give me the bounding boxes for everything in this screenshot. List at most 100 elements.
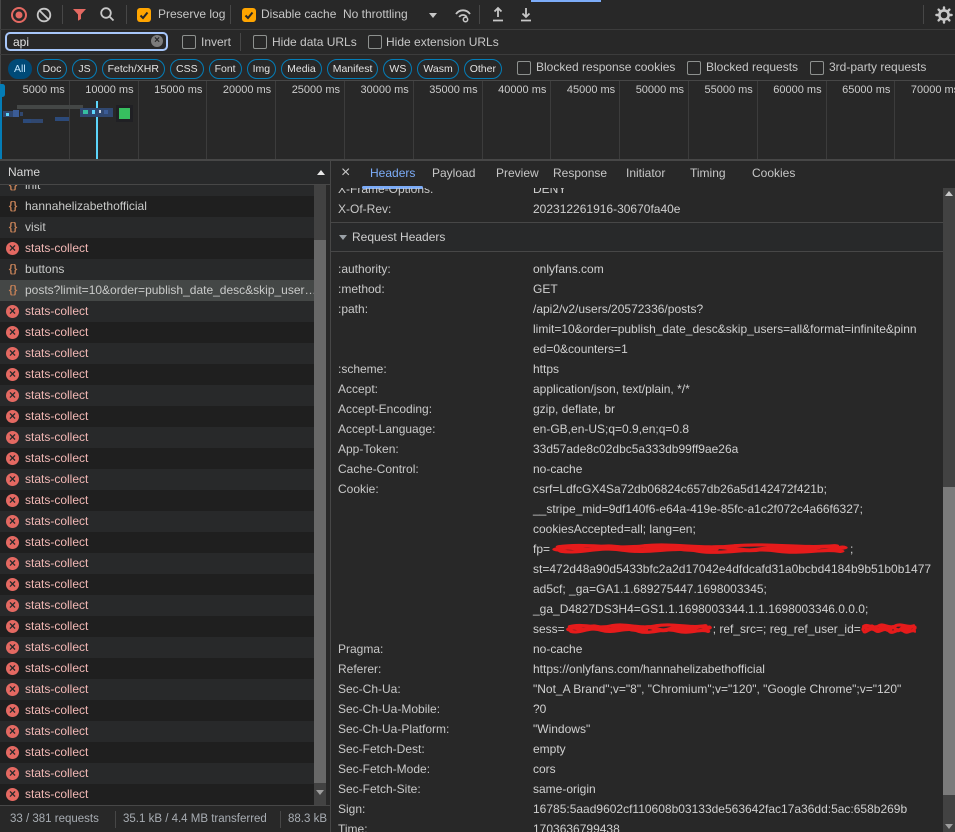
disable-cache-checkbox[interactable] (242, 8, 256, 22)
type-filter-all[interactable]: All (8, 59, 32, 79)
header-row: Sec-Ch-Ua-Platform:"Windows" (331, 719, 943, 739)
details-scrollbar[interactable] (943, 188, 955, 832)
header-value: csrf=LdfcGX4Sa72db06824c657db26a5d142472… (533, 479, 913, 639)
tab-timing[interactable]: Timing (690, 161, 726, 186)
tab-preview[interactable]: Preview (496, 161, 539, 186)
tab-headers[interactable]: Headers (370, 161, 415, 186)
type-filter-doc[interactable]: Doc (37, 59, 68, 79)
type-filter-font[interactable]: Font (209, 59, 242, 79)
import-har-icon[interactable] (490, 6, 506, 23)
request-row[interactable]: ×stats-collect (0, 700, 314, 721)
request-row[interactable]: ×stats-collect (0, 364, 314, 385)
header-value: https://onlyfans.com/hannahelizabethoffi… (533, 659, 913, 679)
type-filter-fetchxhr[interactable]: Fetch/XHR (102, 59, 165, 79)
tab-payload[interactable]: Payload (432, 161, 475, 186)
hide-data-urls-checkbox[interactable] (253, 35, 267, 49)
type-filter-js[interactable]: JS (72, 59, 96, 79)
request-row[interactable]: ×stats-collect (0, 490, 314, 511)
tab-response[interactable]: Response (553, 161, 607, 186)
timeline-overview[interactable]: 5000 ms10000 ms15000 ms20000 ms25000 ms3… (0, 81, 955, 161)
filter-input[interactable] (5, 32, 168, 51)
request-row[interactable]: {}hannahelizabethofficial (0, 196, 314, 217)
clear-filter-icon[interactable]: × (151, 35, 163, 47)
header-row: Cookie:csrf=LdfcGX4Sa72db06824c657db26a5… (331, 479, 943, 639)
preserve-log-checkbox[interactable] (137, 8, 151, 22)
request-row[interactable]: ×stats-collect (0, 343, 314, 364)
request-row[interactable]: ×stats-collect (0, 301, 314, 322)
third-party-requests-checkbox[interactable] (810, 61, 824, 75)
header-value-line: sess=; ref_src=; reg_ref_user_id= (533, 619, 913, 639)
error-icon: × (6, 704, 19, 717)
clear-icon[interactable] (36, 7, 52, 23)
header-value: en-GB,en-US;q=0.9,en;q=0.8 (533, 419, 913, 439)
request-row[interactable]: ×stats-collect (0, 616, 314, 637)
request-row[interactable]: {}visit (0, 217, 314, 238)
header-row: Sec-Fetch-Site:same-origin (331, 779, 943, 799)
waterfall-mark (104, 110, 108, 114)
header-value: same-origin (533, 779, 913, 799)
invert-checkbox[interactable] (182, 35, 196, 49)
request-name: stats-collect (25, 472, 88, 486)
settings-gear-icon[interactable] (935, 6, 953, 24)
request-row[interactable]: {}buttons (0, 259, 314, 280)
scroll-down-icon[interactable] (316, 790, 324, 795)
request-row[interactable]: ×stats-collect (0, 742, 314, 763)
search-icon[interactable] (99, 6, 116, 23)
waterfall-mark (119, 108, 130, 119)
scroll-up-icon[interactable] (945, 191, 953, 196)
request-row[interactable]: {}init (0, 185, 314, 196)
type-filter-ws[interactable]: WS (383, 59, 412, 79)
type-filter-css[interactable]: CSS (170, 59, 204, 79)
request-row[interactable]: ×stats-collect (0, 679, 314, 700)
request-headers-section[interactable]: Request Headers (331, 223, 943, 252)
details-scrollbar-thumb[interactable] (943, 487, 955, 795)
close-details-icon[interactable]: × (341, 161, 350, 185)
request-row[interactable]: ×stats-collect (0, 238, 314, 259)
network-conditions-icon[interactable] (453, 5, 473, 25)
name-column-header[interactable]: Name (0, 161, 330, 185)
header-row: :scheme:https (331, 359, 943, 379)
timeline-label: 25000 ms (292, 84, 340, 96)
request-list-scrollbar[interactable] (314, 185, 326, 805)
request-row[interactable]: ×stats-collect (0, 511, 314, 532)
throttling-select[interactable]: No throttling (343, 0, 408, 29)
type-filter-manifest[interactable]: Manifest (327, 59, 379, 79)
request-row[interactable]: ×stats-collect (0, 448, 314, 469)
hide-extension-urls-checkbox[interactable] (368, 35, 382, 49)
error-icon: × (6, 494, 19, 507)
header-row: :authority:onlyfans.com (331, 259, 943, 279)
scroll-down-icon[interactable] (945, 824, 953, 829)
waterfall-mark (23, 119, 31, 123)
type-filter-media[interactable]: Media (281, 59, 322, 79)
request-row[interactable]: ×stats-collect (0, 427, 314, 448)
request-row[interactable]: ×stats-collect (0, 763, 314, 784)
request-row[interactable]: ×stats-collect (0, 553, 314, 574)
header-row: Sec-Fetch-Mode:cors (331, 759, 943, 779)
request-row[interactable]: {}posts?limit=10&order=publish_date_desc… (0, 280, 314, 301)
type-filter-wasm[interactable]: Wasm (417, 59, 458, 79)
request-row[interactable]: ×stats-collect (0, 322, 314, 343)
request-row[interactable]: ×stats-collect (0, 574, 314, 595)
type-filter-other[interactable]: Other (464, 59, 502, 79)
blocked-requests-checkbox[interactable] (687, 61, 701, 75)
request-row[interactable]: ×stats-collect (0, 637, 314, 658)
header-value-line: cookiesAccepted=all; lang=en; (533, 519, 913, 539)
export-har-icon[interactable] (518, 6, 534, 23)
record-icon[interactable] (10, 6, 28, 24)
type-filter-img[interactable]: Img (247, 59, 277, 79)
blocked-response-cookies-checkbox[interactable] (517, 61, 531, 75)
tab-initiator[interactable]: Initiator (626, 161, 665, 186)
request-name: stats-collect (25, 766, 88, 780)
request-row[interactable]: ×stats-collect (0, 469, 314, 490)
filter-icon[interactable] (71, 6, 88, 23)
request-row[interactable]: ×stats-collect (0, 406, 314, 427)
scrollbar-thumb[interactable] (314, 240, 326, 783)
request-row[interactable]: ×stats-collect (0, 658, 314, 679)
request-row[interactable]: ×stats-collect (0, 595, 314, 616)
request-row[interactable]: ×stats-collect (0, 385, 314, 406)
request-row[interactable]: ×stats-collect (0, 784, 314, 805)
request-row[interactable]: ×stats-collect (0, 532, 314, 553)
request-name: stats-collect (25, 619, 88, 633)
request-row[interactable]: ×stats-collect (0, 721, 314, 742)
tab-cookies[interactable]: Cookies (752, 161, 795, 186)
